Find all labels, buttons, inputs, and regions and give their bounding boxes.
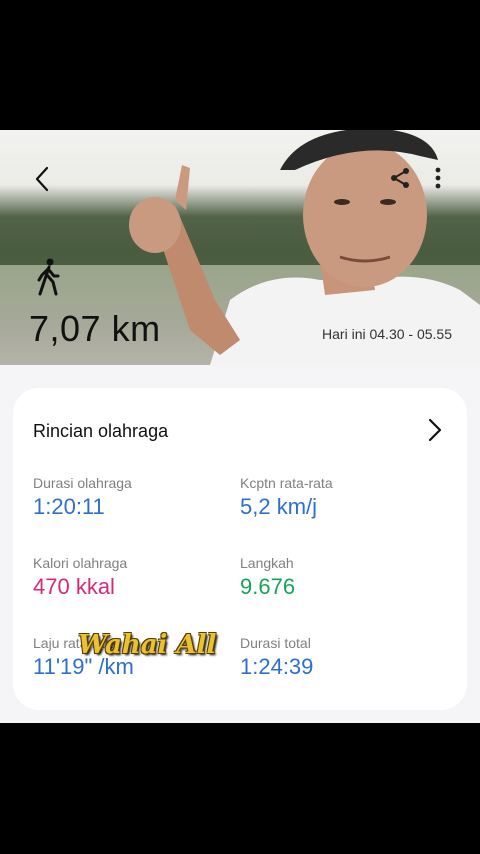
walking-icon (37, 258, 60, 296)
more-options-button[interactable] (428, 164, 448, 192)
stat-value-avg-speed: 5,2 km/j (240, 494, 318, 519)
stat-value-total-duration: 1:24:39 (240, 654, 314, 679)
stat-label-total-duration: Durasi total (240, 635, 311, 651)
stat-value-steps: 9.676 (240, 574, 296, 599)
details-panel: Rincian olahraga Durasi olahraga 1:20:11… (0, 365, 480, 723)
stat-label-steps: Langkah (240, 555, 294, 571)
stat-label-calories: Kalori olahraga (33, 555, 128, 571)
more-vertical-icon (435, 167, 441, 189)
chevron-left-icon (35, 166, 49, 192)
card-title: Rincian olahraga (33, 421, 169, 441)
stat-value-calories: 470 kkal (33, 574, 115, 599)
workout-details-card[interactable]: Rincian olahraga Durasi olahraga 1:20:11… (13, 388, 467, 710)
back-button[interactable] (28, 163, 56, 195)
workout-photo-header: 7,07 km Hari ini 04.30 - 05.55 (0, 130, 480, 365)
stat-value-duration: 1:20:11 (33, 494, 105, 519)
distance-value: 7,07 km (29, 308, 161, 349)
chevron-right-icon[interactable] (425, 416, 445, 444)
share-icon (391, 168, 409, 188)
stat-label-avg-speed: Kcptn rata-rata (240, 475, 333, 491)
video-overlay-caption: Wahai All (78, 630, 217, 660)
stat-label-duration: Durasi olahraga (33, 475, 132, 491)
share-button[interactable] (386, 164, 414, 192)
workout-time-range: Hari ini 04.30 - 05.55 (322, 326, 452, 342)
